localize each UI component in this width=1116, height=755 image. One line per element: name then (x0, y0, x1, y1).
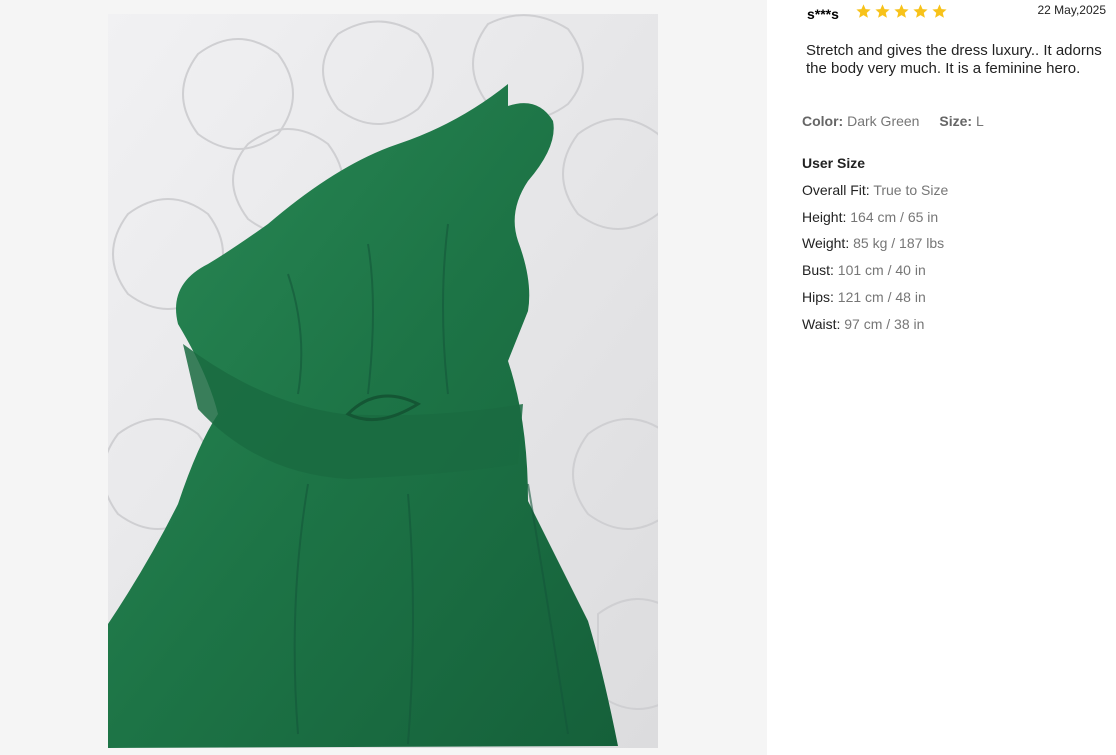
size-row-label: Hips: (802, 289, 834, 305)
size-row-value: 85 kg / 187 lbs (853, 235, 945, 251)
size-row-value: 97 cm / 38 in (844, 316, 925, 332)
size-row-value: 121 cm / 48 in (837, 289, 926, 305)
size-row-overall-fit: Overall Fit: True to Size (802, 182, 948, 198)
size-label: Size: (939, 113, 973, 129)
dress-photo-image (108, 14, 658, 748)
purchase-attributes: Color: Dark Green Size: L (802, 113, 984, 129)
size-row-value: 101 cm / 40 in (837, 262, 926, 278)
size-row-waist: Waist: 97 cm / 38 in (802, 316, 924, 332)
review-date: 22 May,2025 (1037, 3, 1107, 17)
review-text: Stretch and gives the dress luxury.. It … (806, 42, 1102, 77)
size-row-label: Bust: (802, 262, 834, 278)
size-row-hips: Hips: 121 cm / 48 in (802, 289, 926, 305)
review-panel: s***s 22 May,2025 Stretch and gives the … (767, 0, 1116, 755)
review-photo[interactable] (108, 14, 658, 748)
size-row-value: True to Size (873, 182, 949, 198)
size-row-value: 164 cm / 65 in (850, 209, 939, 225)
user-size-title: User Size (802, 155, 866, 171)
star-icon (855, 2, 872, 22)
size-row-height: Height: 164 cm / 65 in (802, 209, 938, 225)
size-row-label: Height: (802, 209, 847, 225)
size-row-label: Waist: (802, 316, 841, 332)
star-icon (912, 2, 929, 22)
size-value: L (975, 113, 984, 129)
size-row-bust: Bust: 101 cm / 40 in (802, 262, 926, 278)
size-row-label: Overall Fit: (802, 182, 870, 198)
star-rating (855, 2, 948, 22)
star-icon (874, 2, 891, 22)
size-row-label: Weight: (802, 235, 850, 251)
reviewer-name: s***s (807, 6, 839, 22)
photo-panel (0, 0, 767, 755)
color-label: Color: (802, 113, 844, 129)
star-icon (893, 2, 910, 22)
star-icon (931, 2, 948, 22)
size-row-weight: Weight: 85 kg / 187 lbs (802, 235, 944, 251)
color-value: Dark Green (847, 113, 920, 129)
